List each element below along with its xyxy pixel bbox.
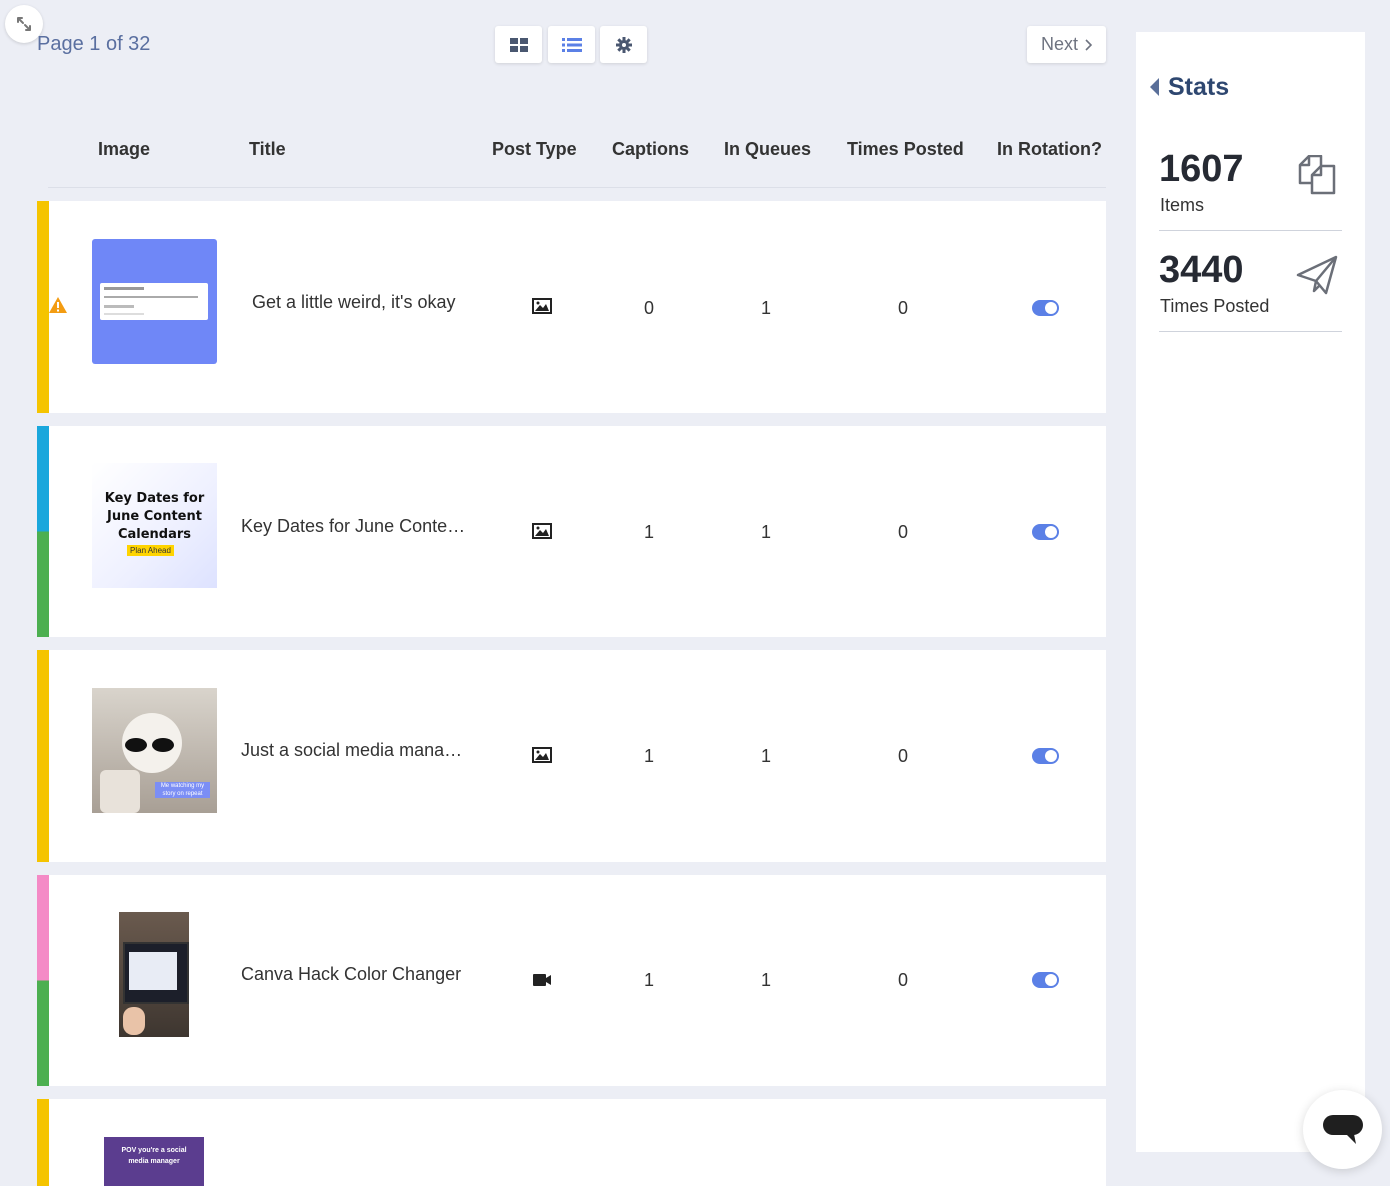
rotation-toggle[interactable] [1032,972,1059,988]
table-row[interactable]: Get a little weird, it's okay 0 1 0 [37,201,1106,413]
in-queues-count: 1 [760,522,771,542]
row-color-stripe [37,875,49,1086]
paper-plane-icon [1296,255,1338,295]
image-post-icon [532,523,552,539]
chat-button[interactable] [1303,1090,1382,1169]
thumbnail-tag: Plan Ahead [127,545,174,556]
items-count: 1607 [1159,148,1244,190]
caret-left-icon[interactable] [1149,77,1160,97]
table-row[interactable]: POV you're a social media manager [37,1099,1106,1186]
items-label: Items [1160,195,1205,215]
captions-count: 1 [643,522,654,542]
row-thumbnail[interactable] [119,912,189,1037]
times-posted-count: 0 [897,522,908,542]
row-title[interactable]: Canva Hack Color Changer [241,964,466,985]
rotation-toggle[interactable] [1032,524,1059,540]
thumbnail-text: POV you're a social [121,1147,187,1154]
video-post-icon [533,974,551,986]
column-header-times-posted[interactable]: Times Posted [847,139,964,160]
row-color-stripe [37,1099,49,1186]
page-indicator: Page 1 of 32 [37,33,151,55]
column-header-in-rotation[interactable]: In Rotation? [997,139,1102,160]
chat-bubble-icon [1322,1114,1363,1144]
thumbnail-caption: Me watching my story on repeat [155,782,210,798]
column-header-image[interactable]: Image [98,139,150,160]
warning-icon [49,297,67,313]
next-page-button[interactable]: Next [1027,26,1106,63]
stats-divider [1159,331,1342,332]
gear-icon [615,36,632,53]
captions-count: 1 [643,746,654,766]
settings-button[interactable] [600,26,647,63]
row-thumbnail[interactable]: POV you're a social media manager [104,1137,204,1186]
times-posted-count: 0 [897,746,908,766]
row-color-stripe [37,201,49,413]
in-queues-count: 1 [760,298,771,318]
row-title[interactable]: Key Dates for June Content Calendars [241,516,466,537]
table-row[interactable]: Key Dates for June Content Calendars Pla… [37,426,1106,637]
chevron-right-icon [1085,38,1092,51]
column-header-captions[interactable]: Captions [612,139,689,160]
in-queues-count: 1 [760,970,771,990]
next-label: Next [1040,34,1078,54]
image-post-icon [532,298,552,314]
times-posted-count: 0 [897,298,908,318]
thumbnail-text: June Content [107,509,202,524]
row-thumbnail[interactable]: Key Dates for June Content Calendars Pla… [92,463,217,588]
captions-count: 1 [643,970,654,990]
row-thumbnail[interactable]: Me watching my story on repeat [92,688,217,813]
thumbnail-text: Calendars [117,527,192,542]
captions-count: 0 [643,298,654,318]
header-divider [48,187,1106,188]
table-row[interactable]: Canva Hack Color Changer 1 1 0 [37,875,1106,1086]
row-title[interactable]: Just a social media manager [241,740,466,761]
in-queues-count: 1 [760,746,771,766]
row-color-stripe [37,650,49,862]
stats-title[interactable]: Stats [1168,73,1229,102]
thumbnail-text: Key Dates for [104,491,205,506]
times-posted-total: 3440 [1159,249,1244,291]
times-posted-label: Times Posted [1160,296,1270,316]
row-title[interactable]: Get a little weird, it's okay [252,292,477,313]
thumbnail-text: media manager [128,1158,180,1165]
copy-icon [1298,155,1336,195]
column-header-title[interactable]: Title [249,139,286,160]
grid-view-button[interactable] [495,26,542,63]
rotation-toggle[interactable] [1032,300,1059,316]
times-posted-count: 0 [897,970,908,990]
expand-icon [17,17,31,31]
table-row[interactable]: Me watching my story on repeat Just a so… [37,650,1106,862]
rotation-toggle[interactable] [1032,748,1059,764]
list-view-button[interactable] [548,26,595,63]
row-thumbnail[interactable] [92,239,217,364]
row-color-stripe [37,426,49,637]
column-header-in-queues[interactable]: In Queues [724,139,811,160]
image-post-icon [532,747,552,763]
stats-divider [1159,230,1342,231]
list-view-icon [561,37,582,52]
grid-view-icon [509,37,528,52]
column-header-post-type[interactable]: Post Type [492,139,577,160]
